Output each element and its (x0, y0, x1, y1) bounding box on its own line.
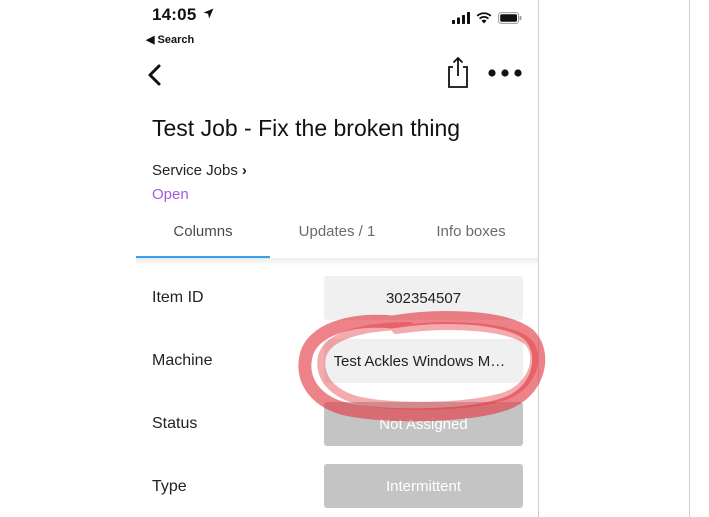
group-label[interactable]: Open (152, 186, 189, 203)
field-value-status[interactable]: Not Assigned (324, 402, 523, 446)
field-label-machine: Machine (152, 352, 213, 369)
tab-updates[interactable]: Updates / 1 (270, 216, 404, 256)
chevron-left-icon[interactable] (144, 62, 166, 88)
tab-shadow (136, 258, 538, 266)
tab-columns[interactable]: Columns (136, 216, 270, 256)
field-value-machine[interactable]: Test Ackles Windows Machine (324, 339, 523, 383)
battery-icon (498, 12, 522, 24)
tab-info-boxes[interactable]: Info boxes (404, 216, 538, 256)
signal-icon (452, 12, 470, 24)
table-border-right (689, 0, 690, 517)
field-label-type: Type (152, 478, 187, 495)
table-border-middle (538, 0, 539, 517)
field-label-item-id: Item ID (152, 289, 204, 306)
back-triangle-icon: ◀ (146, 34, 155, 46)
status-time: 14:05 (152, 5, 214, 25)
location-arrow-icon (203, 8, 214, 19)
more-icon[interactable] (486, 66, 524, 80)
phone-screen: 14:05 ◀ Search Test Job - Fix the broken… (136, 0, 538, 517)
back-to-app-link[interactable]: ◀ Search (146, 33, 194, 46)
board-name: Service Jobs (152, 162, 238, 179)
page-title: Test Job - Fix the broken thing (152, 115, 461, 141)
chevron-right-icon: › (241, 162, 247, 179)
field-label-status: Status (152, 415, 198, 432)
status-icons (452, 12, 522, 24)
back-app-label: Search (157, 34, 195, 46)
board-breadcrumb[interactable]: Service Jobs › (152, 162, 247, 179)
tab-bar: Columns Updates / 1 Info boxes (136, 216, 538, 260)
nav-bar (136, 52, 538, 96)
field-value-item-id[interactable]: 302354507 (324, 276, 523, 320)
status-bar: 14:05 ◀ Search (136, 0, 538, 48)
share-icon[interactable] (444, 56, 472, 90)
field-value-type[interactable]: Intermittent (324, 464, 523, 508)
machine-value-text: Test Ackles Windows Machine (333, 352, 514, 370)
wifi-icon (476, 12, 492, 24)
